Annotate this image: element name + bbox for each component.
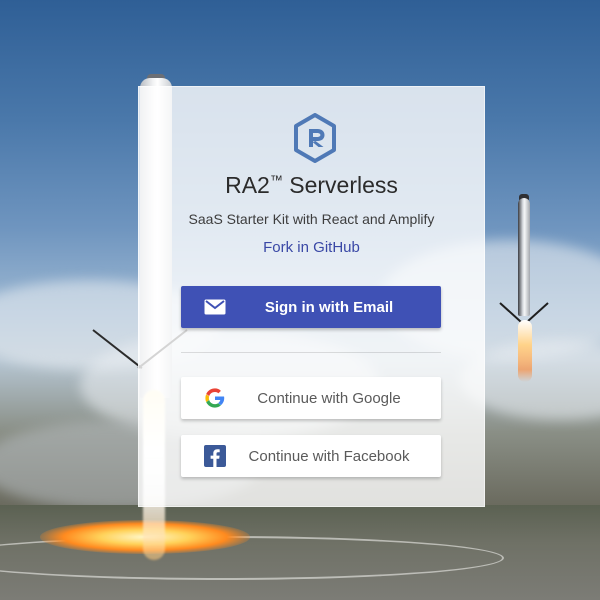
sign-in-email-label: Sign in with Email	[264, 298, 394, 316]
mail-icon	[193, 286, 237, 328]
google-icon	[193, 377, 237, 419]
title-rest: Serverless	[282, 172, 398, 198]
ra2-logo-icon	[292, 113, 338, 163]
continue-facebook-button[interactable]: Continue with Facebook	[181, 435, 441, 477]
continue-google-label: Continue with Google	[257, 389, 401, 407]
trademark-symbol: ™	[269, 172, 283, 188]
rocket-right	[518, 198, 530, 316]
facebook-icon	[193, 435, 237, 477]
divider	[181, 352, 441, 353]
continue-google-button[interactable]: Continue with Google	[181, 377, 441, 419]
continue-facebook-label: Continue with Facebook	[248, 447, 410, 465]
page-subtitle: SaaS Starter Kit with React and Amplify	[188, 211, 435, 227]
rocket-right-flame	[518, 320, 532, 382]
sign-in-email-button[interactable]: Sign in with Email	[181, 286, 441, 328]
github-fork-link[interactable]: Fork in GitHub	[138, 239, 485, 256]
title-main: RA2	[225, 172, 270, 198]
page-title: RA2™ Serverless	[138, 172, 485, 199]
